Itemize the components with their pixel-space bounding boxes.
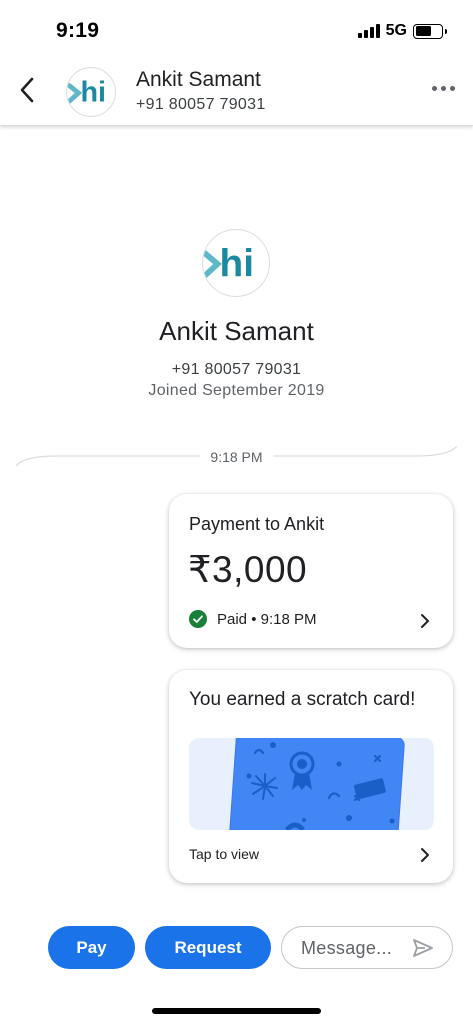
scratch-card-image[interactable] [189,738,434,830]
svg-text:hi: hi [220,243,255,286]
time-divider-label: 9:18 PM [200,449,273,465]
more-options-button[interactable] [432,86,455,91]
status-time: 9:19 [56,19,100,42]
profile-joined-date: Joined September 2019 [148,382,325,399]
scratch-card-illustration-icon [228,738,405,830]
back-button[interactable] [12,73,42,107]
profile-name: Ankit Samant [159,316,314,346]
battery-icon [413,23,447,39]
payment-status-text: Paid • 9:18 PM [217,610,317,628]
contact-phone: +91 80057 79031 [136,96,266,113]
request-button[interactable]: Request [145,926,271,969]
chevron-right-icon [421,848,429,862]
scratch-card-title: You earned a scratch card! [189,689,416,710]
payment-title: Payment to Ankit [189,514,325,534]
battery-level [415,26,431,36]
time-divider: 9:18 PM [0,449,473,465]
scratch-card-tap-label: Tap to view [189,846,260,862]
message-placeholder: Message... [301,938,393,958]
payment-amount: ₹3,000 [188,549,308,590]
home-indicator[interactable] [152,1008,321,1014]
status-bar: 9:19 5G [0,0,473,60]
profile-avatar: hi [202,229,270,297]
chat-header: hi Ankit Samant +91 80057 79031 [0,60,473,126]
status-indicators: 5G [357,22,447,40]
payment-status: Paid • 9:18 PM [189,610,316,628]
bottom-action-bar: Pay Request Message... [0,926,473,970]
profile-phone: +91 80057 79031 [171,361,302,378]
check-circle-icon [189,610,207,628]
send-icon[interactable] [412,938,434,958]
avatar-logo-icon: hi [67,77,106,109]
profile-logo-icon: hi [203,243,255,286]
svg-text:hi: hi [80,77,106,109]
pay-button[interactable]: Pay [48,926,135,969]
header-avatar[interactable]: hi [66,67,116,117]
contact-name: Ankit Samant [136,68,261,91]
chevron-right-icon [421,614,429,628]
message-input[interactable]: Message... [281,926,453,969]
scratch-card[interactable]: You earned a scratch card! Tap to view [169,670,453,883]
payment-card[interactable]: Payment to Ankit ₹3,000 Paid • 9:18 PM [169,494,453,648]
cellular-signal-icon [357,24,380,38]
back-arrow-icon [20,77,34,103]
more-vert-icon [432,86,437,91]
network-type: 5G [385,22,407,39]
